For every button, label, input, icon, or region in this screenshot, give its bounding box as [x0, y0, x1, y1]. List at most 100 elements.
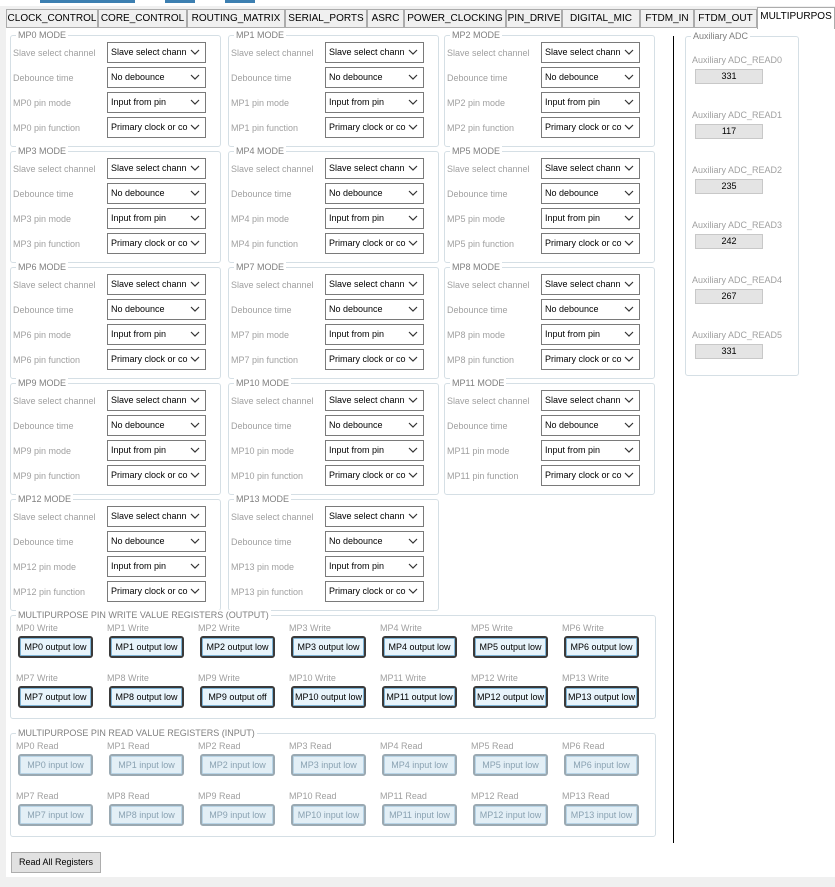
- mp10-write-button[interactable]: MP10 output low: [291, 686, 366, 708]
- mp5-pin-function-dropdown[interactable]: Primary clock or co: [541, 233, 640, 254]
- chevron-down-icon: [624, 215, 634, 221]
- mp7-read-button[interactable]: MP7 input low: [18, 804, 93, 826]
- mp12-read-button[interactable]: MP12 input low: [473, 804, 548, 826]
- mp8-slave-select-channel-dropdown[interactable]: Slave select chann: [541, 274, 640, 295]
- mp6-pin-function-dropdown[interactable]: Primary clock or co: [107, 349, 206, 370]
- mp7-slave-select-channel-dropdown[interactable]: Slave select chann: [325, 274, 424, 295]
- mp5-write-button[interactable]: MP5 output low: [473, 636, 548, 658]
- mp2-read-button[interactable]: MP2 input low: [200, 754, 275, 776]
- tab-ftdm-in[interactable]: FTDM_IN: [640, 9, 694, 28]
- mp10-pin-mode-dropdown[interactable]: Input from pin: [325, 440, 424, 461]
- mp12-pin-mode-dropdown[interactable]: Input from pin: [107, 556, 206, 577]
- mp2-pin-function-dropdown[interactable]: Primary clock or co: [541, 117, 640, 138]
- mp6-pin-mode-dropdown[interactable]: Input from pin: [107, 324, 206, 345]
- mp4-pin-function-label: MP4 pin function: [231, 239, 299, 249]
- mp12-write-button[interactable]: MP12 output low: [473, 686, 548, 708]
- tab-serial-ports[interactable]: SERIAL_PORTS: [285, 9, 367, 28]
- mp8-write-button[interactable]: MP8 output low: [109, 686, 184, 708]
- mp7-pin-function-dropdown[interactable]: Primary clock or co: [325, 349, 424, 370]
- mp8-pin-mode-dropdown[interactable]: Input from pin: [541, 324, 640, 345]
- mp9-slave-select-channel-dropdown[interactable]: Slave select chann: [107, 390, 206, 411]
- mp12-pin-function-dropdown[interactable]: Primary clock or co: [107, 581, 206, 602]
- tab-routing-matrix[interactable]: ROUTING_MATRIX: [187, 9, 285, 28]
- mp8-pin-function-dropdown[interactable]: Primary clock or co: [541, 349, 640, 370]
- chevron-down-icon: [408, 215, 418, 221]
- mp10-slave-select-channel-dropdown[interactable]: Slave select chann: [325, 390, 424, 411]
- mp0-read-button[interactable]: MP0 input low: [18, 754, 93, 776]
- mp2-pin-mode-dropdown[interactable]: Input from pin: [541, 92, 640, 113]
- mp11-read-button[interactable]: MP11 input low: [382, 804, 457, 826]
- mp0-slave-select-channel-dropdown[interactable]: Slave select chann: [107, 42, 206, 63]
- mp1-pin-mode-dropdown[interactable]: Input from pin: [325, 92, 424, 113]
- mp2-debounce-time-dropdown[interactable]: No debounce: [541, 67, 640, 88]
- mp13-debounce-time-dropdown[interactable]: No debounce: [325, 531, 424, 552]
- mp13-read-button[interactable]: MP13 input low: [564, 804, 639, 826]
- mp3-read-button[interactable]: MP3 input low: [291, 754, 366, 776]
- mp1-read-button[interactable]: MP1 input low: [109, 754, 184, 776]
- mp11-pin-function-dropdown[interactable]: Primary clock or co: [541, 465, 640, 486]
- mp8-debounce-time-dropdown[interactable]: No debounce: [541, 299, 640, 320]
- mp4-slave-select-channel-dropdown[interactable]: Slave select chann: [325, 158, 424, 179]
- tab-asrc[interactable]: ASRC: [367, 9, 404, 28]
- mp5-pin-mode-dropdown[interactable]: Input from pin: [541, 208, 640, 229]
- tab-core-control[interactable]: CORE_CONTROL: [98, 9, 187, 28]
- mp12-debounce-time-dropdown[interactable]: No debounce: [107, 531, 206, 552]
- mp4-read-button[interactable]: MP4 input low: [382, 754, 457, 776]
- mp13-pin-mode-dropdown[interactable]: Input from pin: [325, 556, 424, 577]
- tab-power-clocking[interactable]: POWER_CLOCKING: [404, 9, 506, 28]
- mp4-debounce-time-dropdown[interactable]: No debounce: [325, 183, 424, 204]
- mp1-slave-select-channel-dropdown[interactable]: Slave select chann: [325, 42, 424, 63]
- mp6-read-button[interactable]: MP6 input low: [564, 754, 639, 776]
- mp2-write-button[interactable]: MP2 output low: [200, 636, 275, 658]
- tab-ftdm-out[interactable]: FTDM_OUT: [694, 9, 757, 28]
- mp6-pin-function-label: MP6 pin function: [13, 355, 81, 365]
- mp11-debounce-time-dropdown[interactable]: No debounce: [541, 415, 640, 436]
- mp4-pin-function-dropdown[interactable]: Primary clock or co: [325, 233, 424, 254]
- mp1-write-button[interactable]: MP1 output low: [109, 636, 184, 658]
- mp5-slave-select-channel-dropdown[interactable]: Slave select chann: [541, 158, 640, 179]
- tab-clock-control[interactable]: CLOCK_CONTROL: [6, 9, 98, 28]
- mp0-debounce-time-dropdown[interactable]: No debounce: [107, 67, 206, 88]
- mp12-slave-select-channel-dropdown[interactable]: Slave select chann: [107, 506, 206, 527]
- mp5-debounce-time-dropdown[interactable]: No debounce: [541, 183, 640, 204]
- mp10-pin-function-dropdown[interactable]: Primary clock or co: [325, 465, 424, 486]
- mp4-write-button[interactable]: MP4 output low: [382, 636, 457, 658]
- mp7-pin-mode-dropdown[interactable]: Input from pin: [325, 324, 424, 345]
- mp9-write-button[interactable]: MP9 output off: [200, 686, 275, 708]
- mp2-slave-select-channel-dropdown[interactable]: Slave select chann: [541, 42, 640, 63]
- mp10-read-button[interactable]: MP10 input low: [291, 804, 366, 826]
- mp1-debounce-time-dropdown[interactable]: No debounce: [325, 67, 424, 88]
- mp13-pin-function-dropdown[interactable]: Primary clock or co: [325, 581, 424, 602]
- mp9-pin-function-dropdown[interactable]: Primary clock or co: [107, 465, 206, 486]
- tab-pin-drive[interactable]: PIN_DRIVE: [506, 9, 562, 28]
- mp1-pin-function-dropdown[interactable]: Primary clock or co: [325, 117, 424, 138]
- mp0-pin-function-dropdown[interactable]: Primary clock or co: [107, 117, 206, 138]
- mp9-debounce-time-dropdown[interactable]: No debounce: [107, 415, 206, 436]
- mp11-write-button[interactable]: MP11 output low: [382, 686, 457, 708]
- mp0-pin-mode-dropdown[interactable]: Input from pin: [107, 92, 206, 113]
- mp5-read-button[interactable]: MP5 input low: [473, 754, 548, 776]
- mp3-pin-mode-dropdown[interactable]: Input from pin: [107, 208, 206, 229]
- mp3-debounce-time-dropdown[interactable]: No debounce: [107, 183, 206, 204]
- tab-multipurpos[interactable]: MULTIPURPOS: [757, 7, 835, 29]
- mp0-write-button[interactable]: MP0 output low: [18, 636, 93, 658]
- mp3-pin-function-dropdown[interactable]: Primary clock or co: [107, 233, 206, 254]
- mp8-read-button[interactable]: MP8 input low: [109, 804, 184, 826]
- read-all-registers-button[interactable]: Read All Registers: [11, 852, 101, 873]
- mp6-slave-select-channel-dropdown[interactable]: Slave select chann: [107, 274, 206, 295]
- mp13-slave-select-channel-dropdown[interactable]: Slave select chann: [325, 506, 424, 527]
- mp3-slave-select-channel-dropdown[interactable]: Slave select chann: [107, 158, 206, 179]
- mp3-write-button[interactable]: MP3 output low: [291, 636, 366, 658]
- mp9-read-button[interactable]: MP9 input low: [200, 804, 275, 826]
- mp6-debounce-time-dropdown[interactable]: No debounce: [107, 299, 206, 320]
- mp4-pin-mode-dropdown[interactable]: Input from pin: [325, 208, 424, 229]
- mp7-debounce-time-dropdown[interactable]: No debounce: [325, 299, 424, 320]
- mp11-pin-mode-dropdown[interactable]: Input from pin: [541, 440, 640, 461]
- tab-digital-mic[interactable]: DIGITAL_MIC: [562, 9, 640, 28]
- mp11-slave-select-channel-dropdown[interactable]: Slave select chann: [541, 390, 640, 411]
- mp6-write-button[interactable]: MP6 output low: [564, 636, 639, 658]
- mp10-debounce-time-dropdown[interactable]: No debounce: [325, 415, 424, 436]
- mp9-pin-mode-dropdown[interactable]: Input from pin: [107, 440, 206, 461]
- mp7-write-button[interactable]: MP7 output low: [18, 686, 93, 708]
- mp13-write-button[interactable]: MP13 output low: [564, 686, 639, 708]
